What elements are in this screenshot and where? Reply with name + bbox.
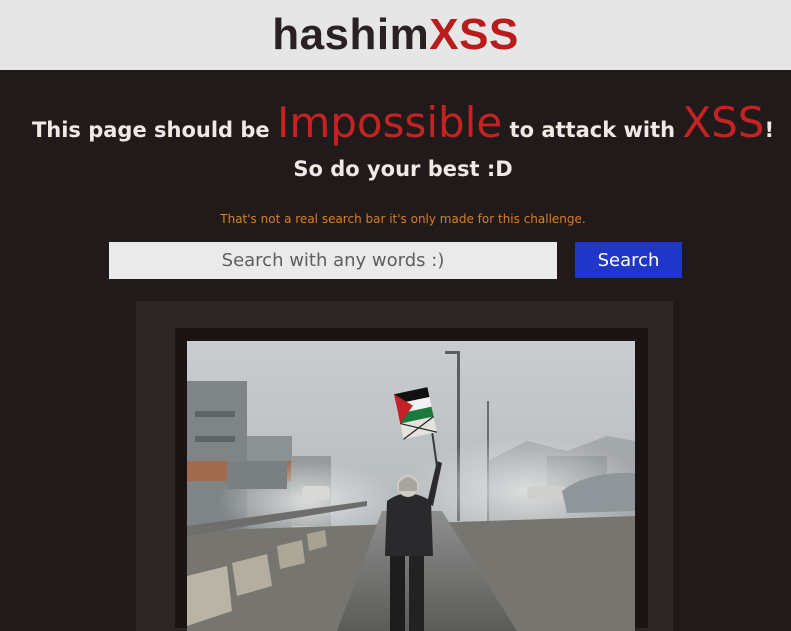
headline-text-2: to attack with — [502, 118, 683, 142]
headline-xss: XSS — [682, 98, 765, 147]
page-headline: This page should be Impossible to attack… — [0, 98, 791, 147]
site-header: hashimXSS — [0, 0, 791, 70]
headline-text-3: ! — [764, 118, 775, 142]
search-input[interactable] — [109, 242, 557, 279]
page-subheadline: So do your best :D — [293, 157, 513, 181]
logo-text-hashim: hashim — [272, 10, 430, 59]
challenge-note: That's not a real search bar it's only m… — [220, 212, 586, 226]
headline-impossible: Impossible — [276, 98, 503, 147]
logo-text-xss: XSS — [429, 10, 519, 59]
site-logo[interactable]: hashimXSS — [0, 9, 791, 61]
headline-text-1: This page should be — [31, 118, 277, 142]
protest-photo — [187, 341, 635, 631]
search-button[interactable]: Search — [575, 242, 682, 278]
